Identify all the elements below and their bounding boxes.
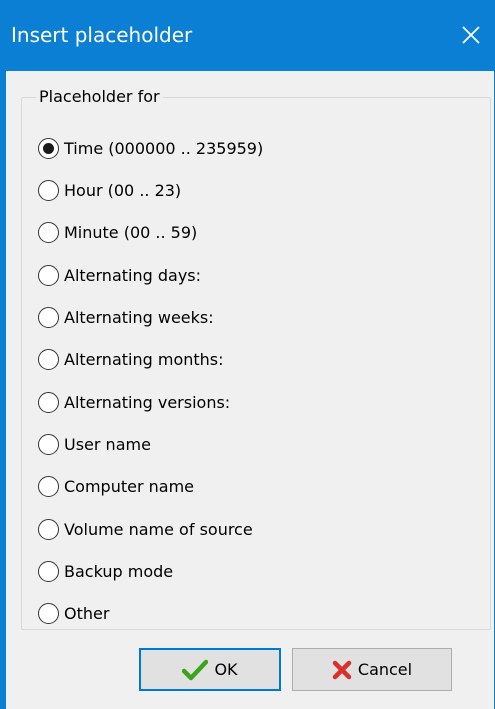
radio-time[interactable]: Time (000000 .. 235959) bbox=[38, 135, 263, 161]
radio-label[interactable]: User name bbox=[64, 435, 151, 454]
radio-alternating-months[interactable]: Alternating months: bbox=[38, 346, 224, 372]
cancel-button-label: Cancel bbox=[357, 660, 413, 679]
radio-circle[interactable] bbox=[38, 179, 59, 201]
radio-label[interactable]: Alternating versions: bbox=[64, 393, 230, 412]
radio-circle[interactable] bbox=[38, 475, 59, 497]
radio-volume-name[interactable]: Volume name of source bbox=[38, 516, 253, 542]
radio-label[interactable]: Minute (00 .. 59) bbox=[64, 223, 197, 242]
radio-label[interactable]: Alternating months: bbox=[64, 350, 224, 369]
radio-circle[interactable] bbox=[38, 560, 59, 582]
radio-circle[interactable] bbox=[38, 518, 59, 540]
cancel-button[interactable]: Cancel bbox=[292, 648, 452, 691]
radio-circle[interactable] bbox=[38, 602, 59, 624]
radio-other[interactable]: Other bbox=[38, 600, 109, 626]
dialog-body: Placeholder for Time (000000 .. 235959) … bbox=[6, 71, 494, 709]
radio-circle[interactable] bbox=[38, 137, 59, 159]
close-icon bbox=[462, 26, 480, 44]
radio-alternating-weeks[interactable]: Alternating weeks: bbox=[38, 304, 214, 330]
radio-label[interactable]: Alternating days: bbox=[64, 266, 201, 285]
radio-label[interactable]: Volume name of source bbox=[64, 520, 253, 539]
ok-button[interactable]: OK bbox=[139, 648, 281, 691]
checkmark-icon bbox=[182, 659, 209, 681]
radio-circle[interactable] bbox=[38, 433, 59, 455]
radio-circle[interactable] bbox=[38, 221, 59, 243]
radio-label[interactable]: Hour (00 .. 23) bbox=[64, 181, 181, 200]
title-bar: Insert placeholder bbox=[0, 0, 495, 71]
radio-alternating-days[interactable]: Alternating days: bbox=[38, 262, 201, 288]
window-title: Insert placeholder bbox=[11, 23, 193, 47]
radio-backup-mode[interactable]: Backup mode bbox=[38, 558, 173, 584]
radio-circle[interactable] bbox=[38, 348, 59, 370]
radio-selected-dot bbox=[43, 142, 54, 154]
red-x-icon bbox=[332, 660, 352, 680]
radio-circle[interactable] bbox=[38, 264, 59, 286]
radio-alternating-versions[interactable]: Alternating versions: bbox=[38, 389, 230, 415]
radio-user-name[interactable]: User name bbox=[38, 431, 151, 457]
radio-label[interactable]: Backup mode bbox=[64, 562, 173, 581]
radio-computer-name[interactable]: Computer name bbox=[38, 473, 194, 499]
radio-label[interactable]: Computer name bbox=[64, 477, 194, 496]
radio-hour[interactable]: Hour (00 .. 23) bbox=[38, 177, 181, 203]
radio-circle[interactable] bbox=[38, 391, 59, 413]
radio-minute[interactable]: Minute (00 .. 59) bbox=[38, 219, 197, 245]
radio-circle[interactable] bbox=[38, 306, 59, 328]
ok-button-label: OK bbox=[214, 660, 238, 679]
close-button[interactable] bbox=[453, 17, 489, 53]
radio-label[interactable]: Time (000000 .. 235959) bbox=[64, 139, 263, 158]
radio-label[interactable]: Other bbox=[64, 604, 109, 623]
placeholder-groupbox: Placeholder for Time (000000 .. 235959) … bbox=[21, 86, 491, 630]
group-legend: Placeholder for bbox=[36, 86, 163, 108]
radio-label[interactable]: Alternating weeks: bbox=[64, 308, 214, 327]
